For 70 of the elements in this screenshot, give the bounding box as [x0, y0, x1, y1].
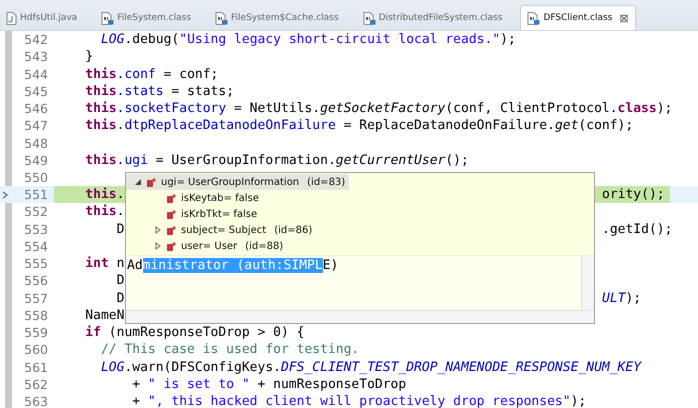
- class-file-icon: [527, 12, 540, 24]
- code-line: int n: [84, 256, 124, 272]
- class-file-icon: [362, 12, 376, 24]
- line-number: 557: [23, 290, 48, 306]
- variable-row[interactable]: isKeytab= false: [126, 190, 263, 206]
- vertical-scrollbar[interactable]: [581, 256, 594, 310]
- line-number: 550: [23, 170, 48, 185]
- line-number: 556: [23, 273, 48, 288]
- line-number: 551: [23, 187, 48, 202]
- line-number: 555: [23, 256, 48, 272]
- horizontal-scrollbar[interactable]: [126, 310, 594, 323]
- expand-icon[interactable]: [154, 226, 162, 234]
- expand-icon[interactable]: [154, 242, 162, 250]
- line-number: 545: [23, 84, 48, 99]
- line-number: 561: [23, 360, 48, 375]
- line-number: 559: [23, 325, 48, 340]
- debug-pointer-icon: [2, 191, 9, 200]
- code-line: }: [84, 49, 94, 64]
- variable-row[interactable]: ugi= UserGroupInformation (id=83): [126, 174, 350, 190]
- line-number: 547: [23, 118, 48, 134]
- line-number: 553: [23, 222, 48, 237]
- code-fragment: ority();: [602, 187, 665, 202]
- field-icon: [166, 192, 177, 204]
- editor-tab[interactable]: DistributedFileSystem.class: [356, 6, 508, 30]
- variable-row[interactable]: isKrbTkt= false: [126, 206, 262, 222]
- line-number: 548: [23, 136, 48, 151]
- field-icon: [166, 240, 177, 252]
- line-number: 560: [23, 342, 48, 358]
- code-line: this.ugi = UserGroupInformation.getCurrentUser();: [84, 152, 469, 168]
- variable-row[interactable]: subject= Subject (id=86): [126, 222, 316, 238]
- code-line: + " is set to " + numResponseToDrop: [131, 376, 406, 392]
- code-line: this.conf = conf;: [84, 66, 218, 82]
- editor-tab[interactable]: HdfsUtil.java: [0, 6, 84, 30]
- field-icon: [146, 176, 157, 188]
- field-icon: [166, 224, 177, 236]
- code-fragment: ULT);: [602, 290, 642, 306]
- line-number: 554: [23, 238, 48, 254]
- variable-row[interactable]: user= User (id=88): [126, 238, 288, 254]
- code-line: NameN: [84, 308, 124, 323]
- field-icon: [166, 208, 177, 220]
- code-line: this.dtpReplaceDatanodeOnFailure = ReplaceDatanodeOnFailure.get(conf);: [84, 118, 634, 134]
- line-number: 562: [23, 376, 48, 392]
- line-number: 546: [23, 101, 48, 116]
- editor-tab[interactable]: FileSystem$Cache.class: [209, 6, 345, 30]
- line-number: 549: [23, 152, 48, 168]
- code-line: this.: [84, 204, 124, 220]
- editor-tab[interactable]: FileSystem.class: [95, 6, 198, 30]
- class-file-icon: [215, 12, 228, 24]
- code-line: D: [116, 290, 124, 306]
- line-number: 543: [23, 49, 48, 64]
- code-line: D: [116, 273, 124, 288]
- line-number: 558: [23, 308, 48, 323]
- code-line: + ", this hacked client will proactively drop responses");: [131, 394, 586, 408]
- close-icon[interactable]: ⊠: [619, 12, 629, 24]
- line-number: 544: [23, 66, 48, 82]
- line-number: 542: [23, 32, 48, 48]
- code-line: LOG.debug("Using legacy short-circuit local reads.");: [100, 32, 516, 48]
- code-line: // This case is used for testing.: [100, 342, 360, 358]
- class-file-icon: [101, 12, 114, 24]
- code-fragment: .getId();: [602, 222, 672, 237]
- code-line: this.socketFactory = NetUtils.getSocketFactory(conf, ClientProtocol.class);: [84, 101, 672, 116]
- code-line: this.: [84, 187, 124, 202]
- code-line: D: [116, 222, 124, 237]
- code-line: this.stats = stats;: [84, 84, 234, 99]
- java-file-icon: [6, 12, 17, 24]
- line-number: 563: [23, 394, 48, 408]
- editor-tab[interactable]: DFSClient.class ⊠: [520, 5, 636, 30]
- code-line: if (numResponseToDrop > 0) {: [84, 325, 304, 340]
- line-number: 552: [23, 204, 48, 220]
- code-line: LOG.warn(DFSConfigKeys.DFS_CLIENT_TEST_DROP_NAMENODE_RESPONSE_NUM_KEY: [100, 360, 642, 375]
